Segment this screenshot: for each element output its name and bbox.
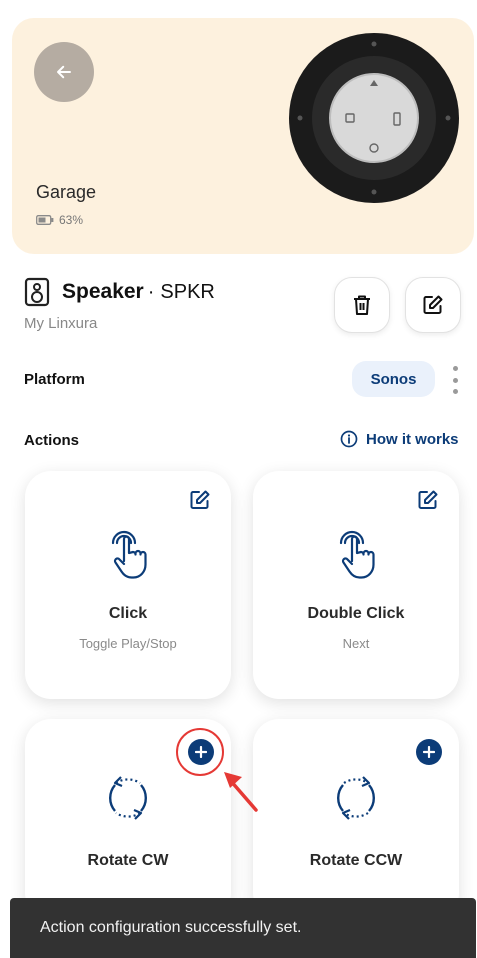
back-button[interactable] — [34, 42, 94, 102]
action-title: Click — [108, 605, 148, 622]
trash-icon — [354, 295, 370, 315]
actions-label: Actions — [24, 432, 80, 449]
edit-icon — [418, 490, 438, 509]
speaker-icon — [24, 277, 50, 307]
plus-icon — [423, 746, 435, 758]
highlight-ring — [176, 728, 224, 776]
platform-chip[interactable]: Sonos — [352, 361, 435, 397]
battery-status: 63% — [36, 213, 83, 227]
hand-tap-icon — [111, 530, 147, 579]
add-action-button[interactable] — [416, 739, 442, 765]
more-options-icon[interactable] — [449, 366, 461, 394]
edit-action-button[interactable] — [417, 489, 439, 516]
device-code: SPKR — [160, 280, 215, 303]
edit-device-button[interactable] — [405, 277, 461, 333]
delete-button[interactable] — [334, 277, 390, 333]
title-separator: · — [147, 280, 155, 303]
device-owner: My Linxura — [24, 315, 98, 332]
device-title-row: Speaker · SPKR — [24, 277, 215, 307]
battery-icon — [36, 215, 54, 225]
how-it-works-label: How it works — [366, 430, 459, 448]
edit-action-button[interactable] — [189, 489, 211, 516]
edit-icon — [190, 490, 210, 509]
battery-percent: 63% — [59, 213, 84, 227]
hand-tap-icon — [339, 530, 375, 579]
snackbar: Action configuration successfully set. — [10, 898, 476, 958]
edit-icon — [423, 295, 443, 314]
rotate-ccw-icon — [337, 776, 375, 820]
action-title: Double Click — [307, 605, 405, 622]
action-card-double-click[interactable]: Double Click Next — [253, 471, 459, 699]
how-it-works-link[interactable]: How it works — [340, 430, 459, 448]
rotate-cw-icon — [109, 776, 147, 820]
info-icon — [340, 430, 358, 448]
platform-label: Platform — [24, 371, 85, 388]
action-card-click[interactable]: Click Toggle Play/Stop — [25, 471, 231, 699]
action-card-rotate-ccw[interactable]: Rotate CCW — [253, 719, 459, 919]
action-title: Rotate CW — [87, 852, 169, 869]
action-subtitle: Next — [342, 636, 370, 651]
action-title: Rotate CCW — [309, 852, 403, 869]
callout-arrow-icon — [224, 772, 258, 812]
action-subtitle: Toggle Play/Stop — [79, 636, 177, 651]
device-name: Garage — [36, 182, 97, 202]
arrow-left-icon — [57, 65, 71, 79]
device-hero: Garage 63% — [12, 18, 474, 254]
device-type-label: Speaker — [62, 280, 144, 303]
device-image — [289, 33, 459, 203]
snackbar-message: Action configuration successfully set. — [40, 919, 302, 936]
